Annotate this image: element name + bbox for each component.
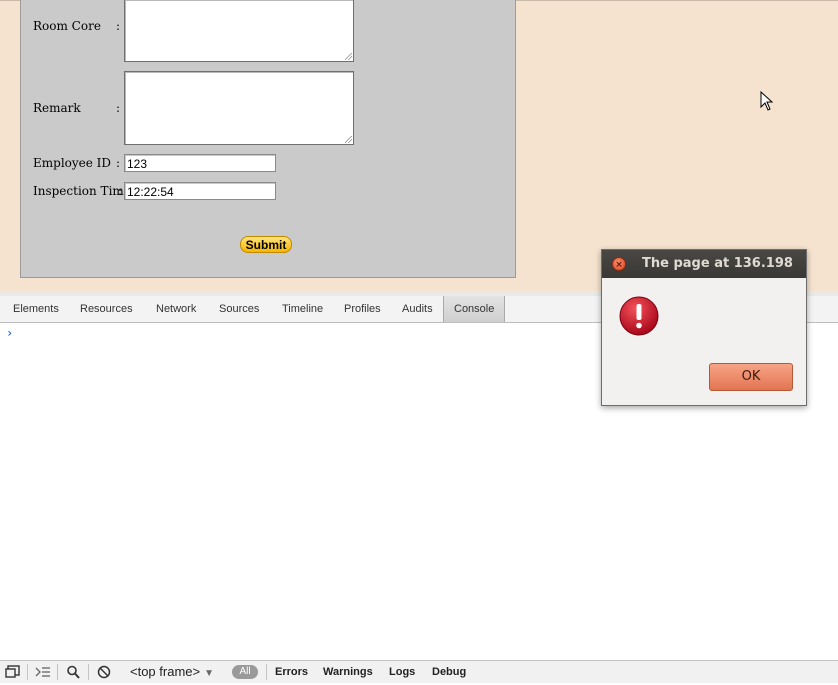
room-core-textarea[interactable] <box>124 0 354 62</box>
close-icon[interactable]: × <box>612 257 626 271</box>
frame-selector[interactable]: <top frame> ▼ <box>130 661 214 683</box>
filter-logs[interactable]: Logs <box>389 661 415 683</box>
resize-grip-icon[interactable] <box>345 53 352 60</box>
tab-resources[interactable]: Resources <box>80 296 133 322</box>
remark-label: Remark <box>33 101 81 115</box>
error-icon <box>619 296 659 336</box>
tab-console[interactable]: Console <box>443 296 506 322</box>
tab-profiles[interactable]: Profiles <box>344 296 381 322</box>
tab-audits[interactable]: Audits <box>402 296 433 322</box>
tab-timeline[interactable]: Timeline <box>282 296 323 322</box>
alert-dialog: × The page at 136.198 OK <box>601 249 807 406</box>
show-drawer-icon[interactable] <box>34 664 52 680</box>
submit-button[interactable]: Submit <box>240 236 292 253</box>
dialog-titlebar[interactable]: × The page at 136.198 <box>602 250 806 278</box>
room-core-colon: : <box>116 19 121 33</box>
filter-errors[interactable]: Errors <box>275 661 308 683</box>
resize-grip-icon[interactable] <box>345 136 352 143</box>
inspection-time-label: Inspection Time <box>33 184 131 198</box>
toolbar-divider <box>88 664 89 680</box>
room-core-label: Room Core <box>33 19 101 33</box>
dock-toggle-icon[interactable] <box>4 664 22 680</box>
inspection-time-input[interactable]: 12:22:54 <box>124 182 276 200</box>
employee-id-colon: : <box>116 156 121 170</box>
toolbar-divider <box>27 664 28 680</box>
filter-all[interactable]: All <box>232 665 258 679</box>
remark-colon: : <box>116 101 121 115</box>
tab-network[interactable]: Network <box>156 296 196 322</box>
mouse-pointer-icon <box>760 91 774 111</box>
clear-console-icon[interactable] <box>95 664 113 680</box>
dialog-title: The page at 136.198 <box>642 256 793 271</box>
remark-textarea[interactable] <box>124 71 354 145</box>
employee-id-label: Employee ID <box>33 156 112 170</box>
inspection-form: Room Core : Remark : Employee ID : 123 I… <box>20 0 516 278</box>
search-icon[interactable] <box>65 664 83 680</box>
inspection-time-colon: : <box>118 184 123 198</box>
tab-sources[interactable]: Sources <box>219 296 259 322</box>
tab-elements[interactable]: Elements <box>13 296 59 322</box>
toolbar-divider <box>57 664 58 680</box>
filter-warnings[interactable]: Warnings <box>323 661 373 683</box>
filter-debug[interactable]: Debug <box>432 661 466 683</box>
toolbar-divider <box>266 664 267 680</box>
employee-id-input[interactable]: 123 <box>124 154 276 172</box>
web-page: Room Core : Remark : Employee ID : 123 I… <box>0 0 838 291</box>
console-prompt[interactable]: › <box>6 326 13 340</box>
devtools-status-bar: <top frame> ▼ All Errors Warnings Logs De… <box>0 660 838 683</box>
frame-selector-label: <top frame> <box>130 664 201 679</box>
ok-button[interactable]: OK <box>709 363 793 391</box>
